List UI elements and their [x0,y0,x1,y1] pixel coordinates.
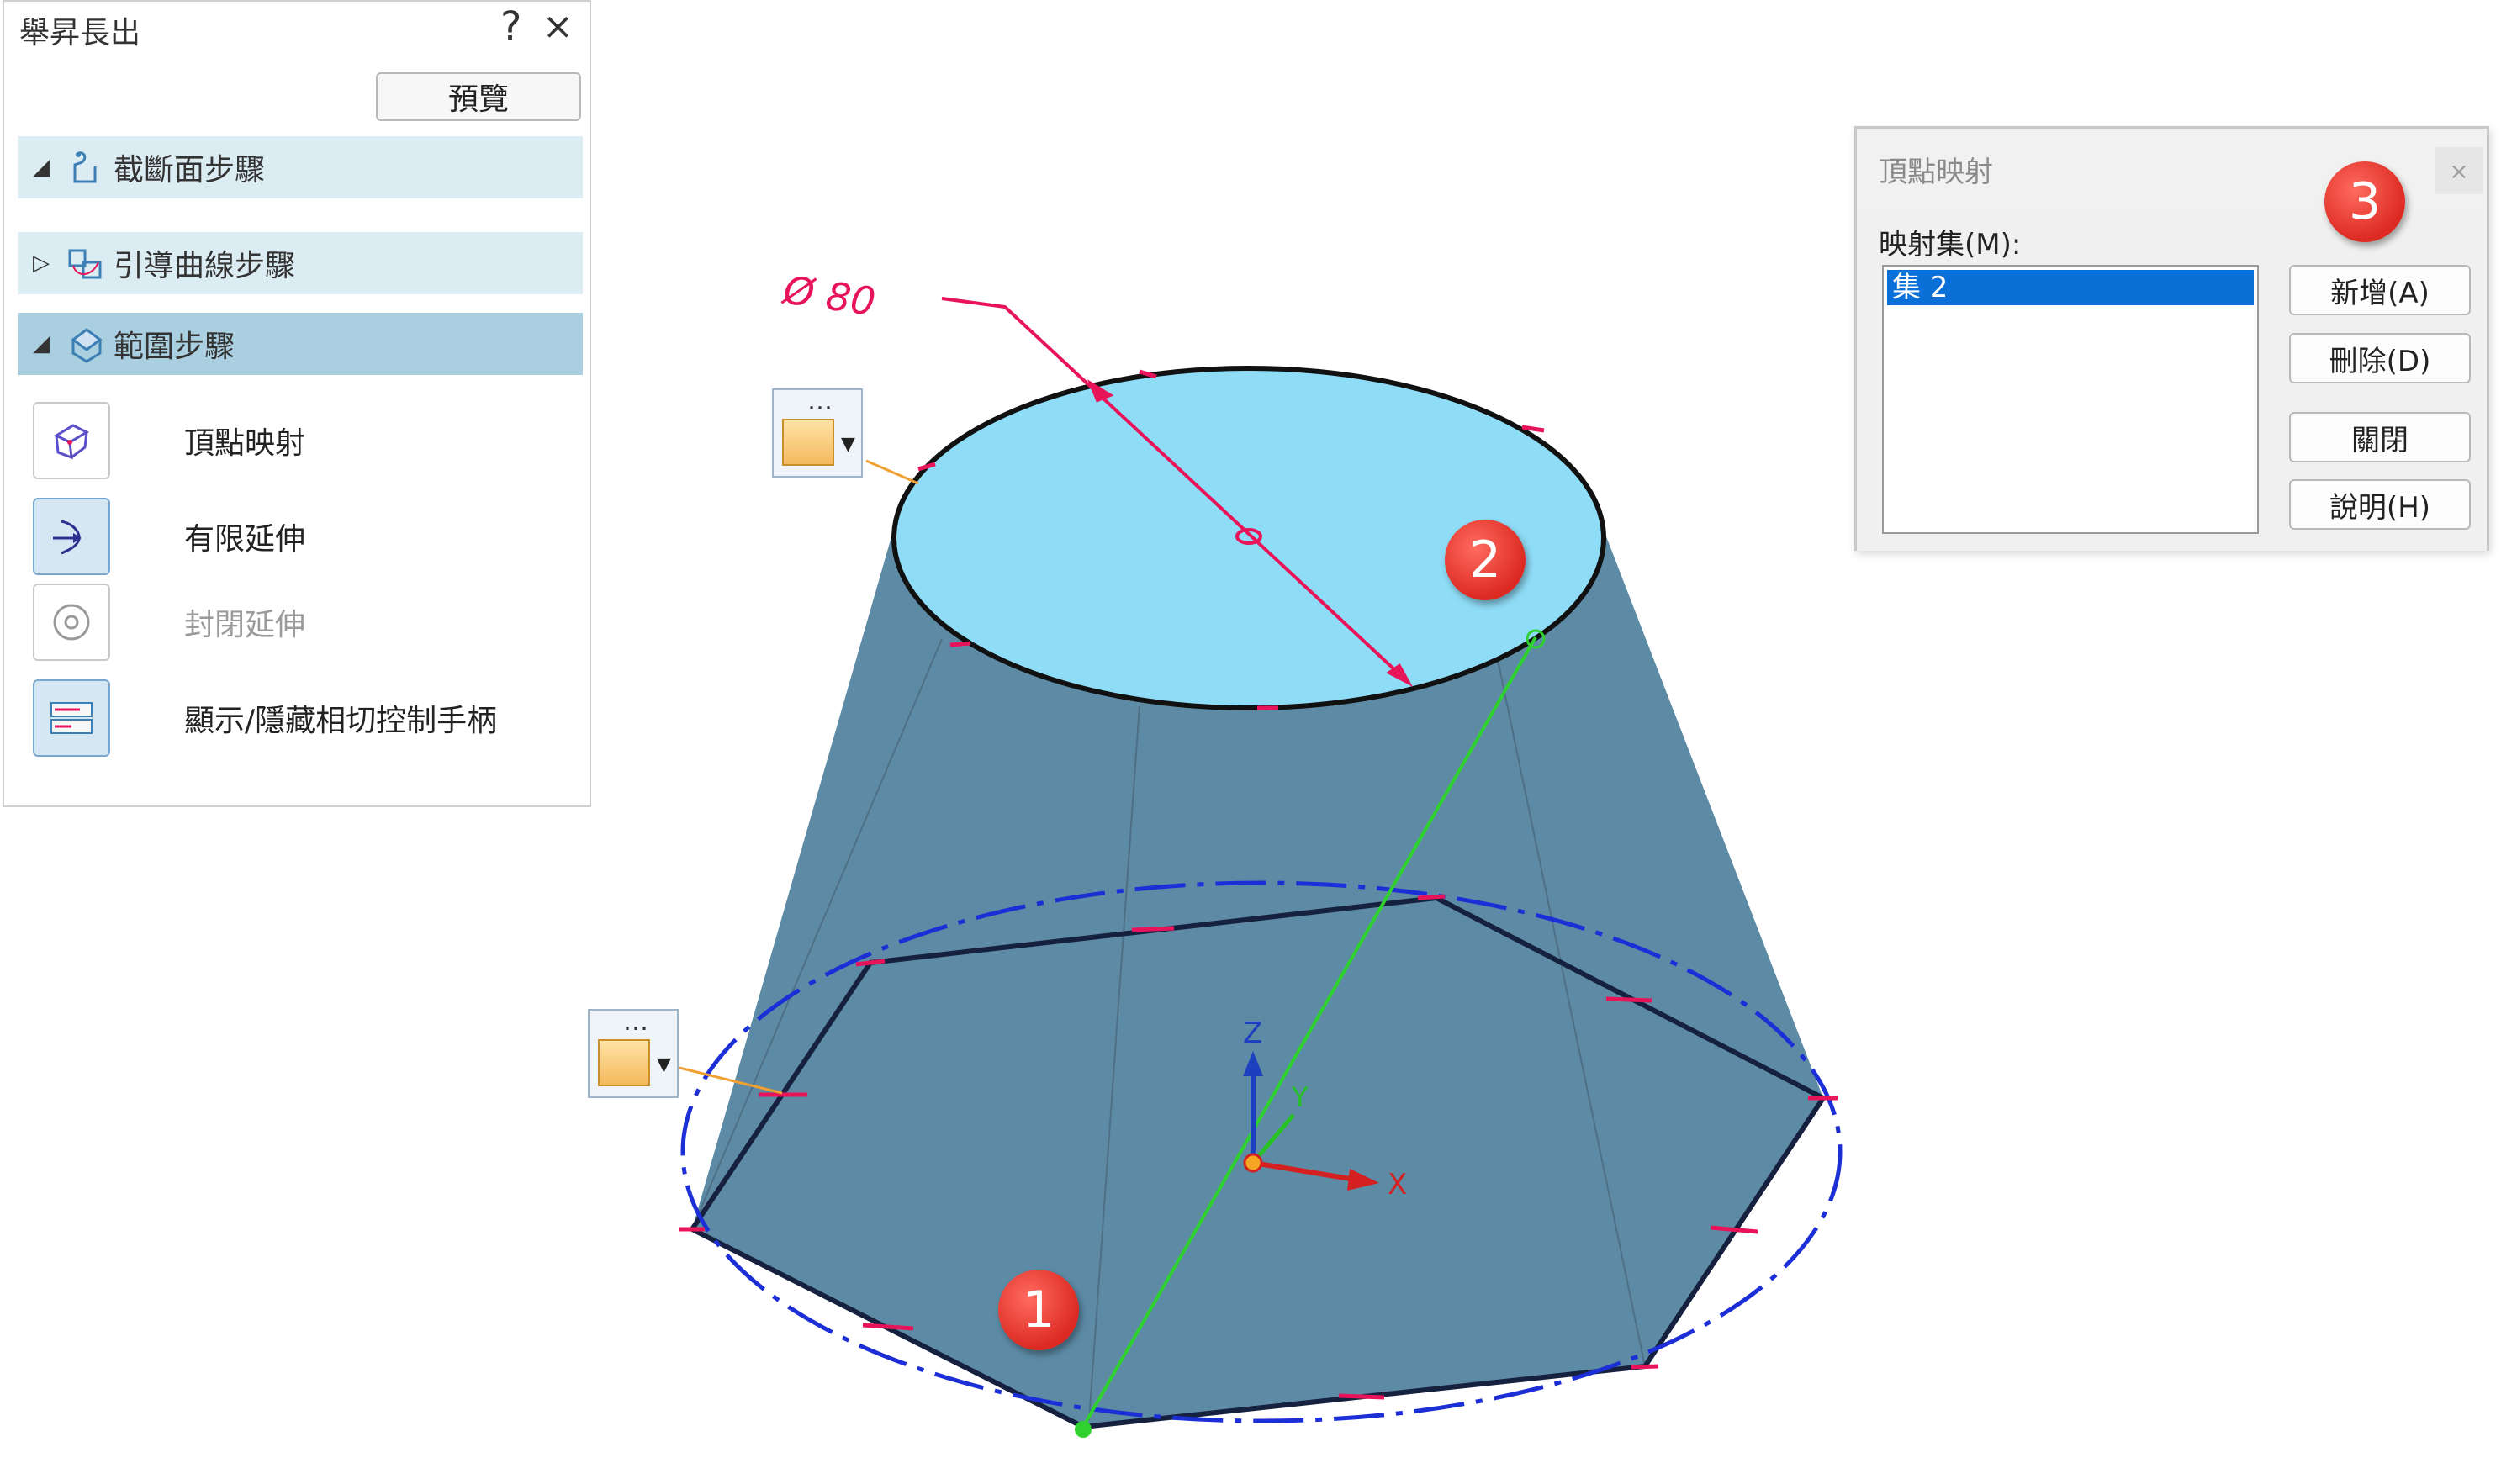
vertex-point[interactable] [1075,1421,1092,1438]
curve-control-bottom[interactable]: … ▼ [588,1007,679,1098]
mapping-set-list[interactable]: 集 2 [1882,265,2259,534]
diameter-text: Ø 80 [779,267,878,325]
tangent-curve-icon [598,1039,650,1086]
step-badge-3: 3 [2324,161,2405,242]
y-axis-label: Y [1291,1081,1309,1113]
x-axis-label: X [1388,1168,1407,1201]
leader-line [865,459,919,485]
curve-control-top[interactable]: … ▼ [772,387,863,478]
dropdown-arrow-icon: ▼ [841,434,855,455]
more-dots-icon: … [807,387,833,416]
close-dialog-button[interactable]: 關閉 [2289,412,2471,462]
dialog-close-button[interactable]: × [2435,147,2483,194]
mapping-set-label: 映射集(M): [1879,228,2022,261]
delete-button[interactable]: 刪除(D) [2289,333,2471,383]
z-axis-label: Z [1243,1017,1262,1050]
dialog-title: 頂點映射 [1879,156,1993,189]
step-badge-1: 1 [998,1270,1079,1350]
help-button[interactable]: 說明(H) [2289,479,2471,530]
add-button[interactable]: 新增(A) [2289,265,2471,315]
list-item[interactable]: 集 2 [1887,270,2254,305]
step-badge-2: 2 [1445,520,1526,600]
dropdown-arrow-icon: ▼ [657,1054,671,1075]
more-dots-icon: … [623,1007,648,1037]
tangent-curve-icon [782,419,834,466]
